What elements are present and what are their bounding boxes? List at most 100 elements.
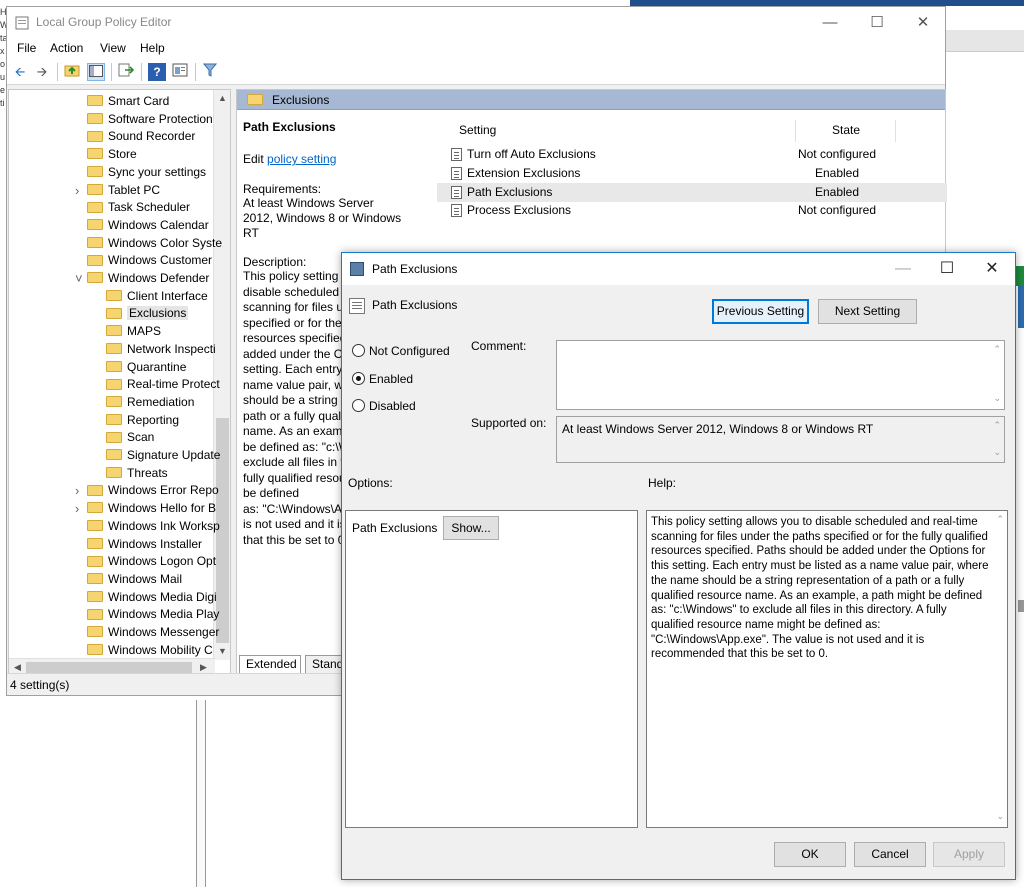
tree-item[interactable]: Windows Media Digi <box>87 589 217 606</box>
comment-textarea[interactable]: ⌃ ⌄ <box>556 340 1005 410</box>
edit-line: Edit policy setting <box>243 152 443 166</box>
previous-setting-button[interactable]: Previous Setting <box>712 299 809 324</box>
radio-disabled[interactable]: Disabled <box>352 397 416 415</box>
tree-item[interactable]: Threats <box>106 465 168 482</box>
tree-item[interactable]: Store <box>87 146 137 163</box>
tree-item[interactable]: Client Interface <box>106 288 208 305</box>
column-header-state[interactable]: State <box>832 123 860 137</box>
menu-view[interactable]: View <box>100 41 126 55</box>
tree-item[interactable]: Windows Logon Opt <box>87 553 216 570</box>
dialog-maximize-button[interactable]: ☐ <box>924 253 970 285</box>
scroll-up-icon[interactable]: ⌃ <box>993 420 1001 431</box>
up-folder-icon[interactable] <box>63 63 81 81</box>
tree-item[interactable]: Sync your settings <box>87 164 206 181</box>
chevron-right-icon[interactable]: › <box>75 182 79 199</box>
scroll-right-icon[interactable]: ▶ <box>200 662 207 673</box>
tab-extended[interactable]: Extended <box>239 655 301 673</box>
cancel-button[interactable]: Cancel <box>854 842 926 867</box>
show-hide-tree-icon[interactable] <box>87 63 105 81</box>
tree-item-label: Threats <box>127 465 168 480</box>
dialog-minimize-button[interactable]: — <box>880 253 926 285</box>
scrollbar-thumb[interactable] <box>26 662 192 673</box>
setting-row[interactable]: Extension Exclusions Enabled <box>437 164 947 183</box>
dialog-close-button[interactable]: ✕ <box>969 253 1015 285</box>
help-icon[interactable]: ? <box>148 63 166 81</box>
column-divider <box>895 120 896 142</box>
tree-item[interactable]: Quarantine <box>106 359 186 376</box>
scroll-down-icon[interactable]: ⌄ <box>993 393 1001 404</box>
background-window-bar <box>944 30 1024 52</box>
tree-item[interactable]: Windows Media Play <box>87 606 219 623</box>
radio-button[interactable] <box>352 372 365 386</box>
chevron-right-icon[interactable]: › <box>75 482 79 499</box>
scroll-up-icon[interactable]: ⌃ <box>996 514 1004 525</box>
tree-item[interactable]: Windows Mobility C <box>87 642 213 659</box>
back-icon[interactable]: 🡨 <box>11 63 29 81</box>
chevron-right-icon[interactable]: › <box>75 500 79 517</box>
menu-file[interactable]: File <box>17 41 36 55</box>
tree-item[interactable]: Signature Update <box>106 447 220 464</box>
close-button[interactable]: ✕ <box>900 7 946 39</box>
radio-label: Enabled <box>369 372 414 386</box>
filter-icon[interactable] <box>201 63 219 81</box>
edit-policy-link[interactable]: policy setting <box>267 152 336 166</box>
tree-item[interactable]: Windows Color Syste <box>87 235 222 252</box>
tree-vertical-scrollbar[interactable]: ▲ ▼ <box>213 90 230 660</box>
tree-item[interactable]: Real-time Protect <box>106 376 220 393</box>
scroll-up-icon[interactable]: ▲ <box>218 93 227 103</box>
apply-button[interactable]: Apply <box>933 842 1005 867</box>
menu-action[interactable]: Action <box>50 41 83 55</box>
tree-item[interactable]: Exclusions <box>106 305 189 322</box>
tree-item-label: Client Interface <box>127 288 208 303</box>
tree-item-label: Real-time Protect <box>127 377 220 392</box>
menu-help[interactable]: Help <box>140 41 165 55</box>
column-header-setting[interactable]: Setting <box>459 123 496 137</box>
scroll-up-icon[interactable]: ⌃ <box>993 344 1001 355</box>
tree-item[interactable]: Windows Calendar <box>87 217 209 234</box>
tree-item[interactable]: Network Inspecti <box>106 341 216 358</box>
help-pane: This policy setting allows you to disabl… <box>646 510 1008 828</box>
show-button[interactable]: Show... <box>443 516 499 540</box>
tree-item[interactable]: Sound Recorder <box>87 128 195 145</box>
tree-item[interactable]: Software Protection <box>87 111 213 128</box>
setting-row[interactable]: Process Exclusions Not configured <box>437 201 947 220</box>
tree-item[interactable]: Scan <box>106 429 154 446</box>
tree-item[interactable]: MAPS <box>106 323 161 340</box>
folder-icon <box>87 113 103 125</box>
ok-button[interactable]: OK <box>774 842 846 867</box>
scroll-left-icon[interactable]: ◀ <box>14 662 21 673</box>
forward-icon[interactable]: 🡪 <box>33 63 51 81</box>
tree-item-label: Reporting <box>127 412 180 427</box>
tree-item[interactable]: › Windows Hello for B <box>75 500 216 517</box>
maximize-button[interactable]: ☐ <box>854 7 900 39</box>
tree-item[interactable]: Windows Messenger <box>87 624 219 641</box>
radio-button[interactable] <box>352 399 365 413</box>
chevron-down-icon[interactable]: ˅ <box>75 270 83 287</box>
tree-item[interactable]: Smart Card <box>87 93 169 110</box>
tree-item[interactable]: ˅ Windows Defender <box>75 270 209 287</box>
radio-button[interactable] <box>352 344 365 358</box>
tree-item[interactable]: › Tablet PC <box>75 182 160 199</box>
scroll-down-icon[interactable]: ⌄ <box>996 811 1004 822</box>
tree-item[interactable]: Windows Ink Worksp <box>87 518 220 535</box>
tree-item[interactable]: › Windows Error Repo <box>75 482 219 499</box>
tree-item[interactable]: Remediation <box>106 394 194 411</box>
properties-icon[interactable] <box>171 63 189 81</box>
setting-row[interactable]: Turn off Auto Exclusions Not configured <box>437 145 947 164</box>
scroll-down-icon[interactable]: ▼ <box>218 646 227 656</box>
setting-row[interactable]: Path Exclusions Enabled <box>437 182 947 202</box>
next-setting-button[interactable]: Next Setting <box>818 299 917 324</box>
tree-item[interactable]: Windows Installer <box>87 536 202 553</box>
tree-item-label: Scan <box>127 430 155 445</box>
scroll-down-icon[interactable]: ⌄ <box>993 447 1001 458</box>
folder-icon <box>87 254 103 266</box>
radio-not-configured[interactable]: Not Configured <box>352 342 450 360</box>
tree-item[interactable]: Windows Mail <box>87 571 182 588</box>
folder-icon <box>106 449 122 461</box>
tree-item[interactable]: Task Scheduler <box>87 199 190 216</box>
tree-item[interactable]: Windows Customer <box>87 252 212 269</box>
export-list-icon[interactable] <box>117 63 135 81</box>
tree-item[interactable]: Reporting <box>106 412 179 429</box>
minimize-button[interactable]: — <box>807 7 853 39</box>
radio-enabled[interactable]: Enabled <box>352 370 413 388</box>
